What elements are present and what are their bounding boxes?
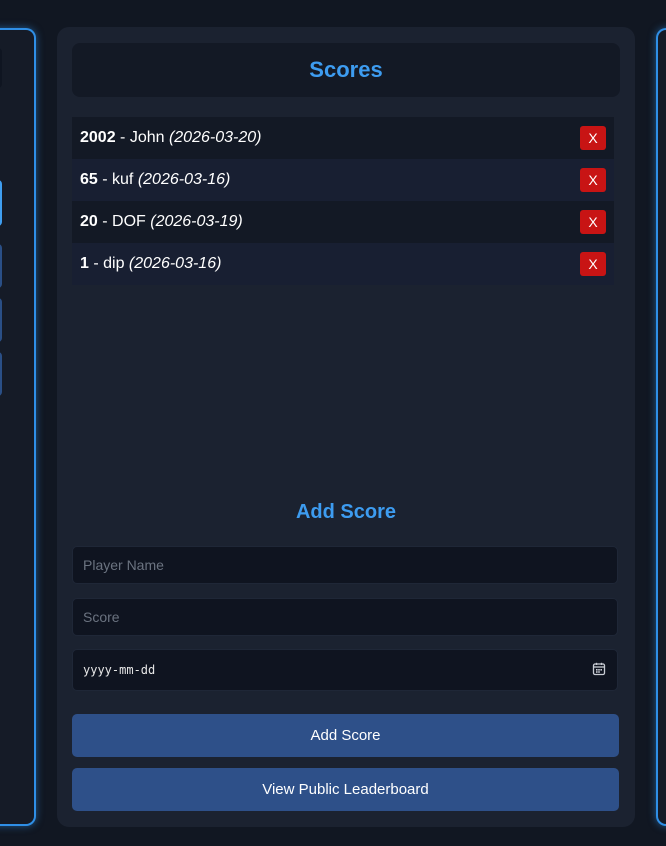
left-side-panel [0, 28, 36, 826]
page-title: Scores [309, 57, 383, 82]
list-item: 1 - dip (2026-03-16) X [72, 243, 614, 285]
left-panel-button[interactable] [0, 298, 2, 342]
score-separator: - [88, 255, 104, 272]
scores-title-bar: Scores [72, 43, 620, 97]
score-entry: 2002 - John (2026-03-20) [80, 129, 261, 147]
list-item: 65 - kuf (2026-03-16) X [72, 159, 614, 201]
player-name: kuf [112, 171, 138, 188]
left-panel-button[interactable] [0, 352, 2, 396]
left-panel-header [0, 48, 2, 88]
score-entry: 20 - DOF (2026-03-19) [80, 213, 243, 231]
delete-score-button[interactable]: X [580, 252, 606, 276]
list-item: 20 - DOF (2026-03-19) X [72, 201, 614, 243]
score-separator: - [115, 129, 130, 146]
left-panel-input[interactable] [0, 180, 2, 226]
date-placeholder: yyyy-mm-dd [83, 663, 156, 677]
player-name: John [129, 129, 169, 146]
scores-panel: Scores 2002 - John (2026-03-20) X 65 - k… [57, 27, 635, 827]
right-side-panel [656, 28, 666, 826]
score-entry: 1 - dip (2026-03-16) [80, 255, 221, 273]
score-date: (2026-03-20) [168, 129, 262, 146]
score-date: (2026-03-16) [128, 255, 222, 272]
add-score-heading: Add Score [295, 501, 397, 523]
score-separator: - [97, 171, 113, 188]
player-name: dip [103, 255, 129, 272]
left-panel-button[interactable] [0, 244, 2, 288]
date-input[interactable]: yyyy-mm-dd [72, 649, 618, 691]
list-item: 2002 - John (2026-03-20) X [72, 117, 614, 159]
delete-score-button[interactable]: X [580, 210, 606, 234]
calendar-icon[interactable] [591, 661, 607, 680]
score-value: 2002 [80, 129, 116, 146]
score-date: (2026-03-16) [137, 171, 231, 188]
delete-score-button[interactable]: X [580, 168, 606, 192]
score-date: (2026-03-19) [150, 213, 243, 230]
player-name-input[interactable] [72, 546, 618, 584]
add-score-button[interactable]: Add Score [72, 714, 619, 757]
view-leaderboard-button[interactable]: View Public Leaderboard [72, 768, 619, 811]
score-list: 2002 - John (2026-03-20) X 65 - kuf (202… [72, 117, 614, 285]
score-separator: - [97, 213, 113, 230]
player-name: DOF [112, 213, 151, 230]
score-value: 1 [80, 255, 89, 272]
score-value: 65 [80, 171, 98, 188]
score-entry: 65 - kuf (2026-03-16) [80, 171, 230, 189]
score-value: 20 [80, 213, 98, 230]
delete-score-button[interactable]: X [580, 126, 606, 150]
score-input[interactable] [72, 598, 618, 636]
